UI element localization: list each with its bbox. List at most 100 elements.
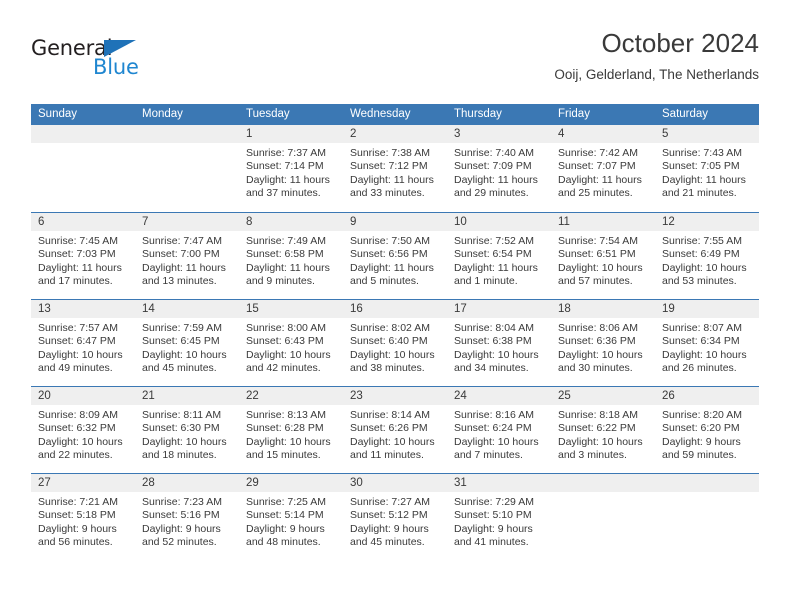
day-number-band: 21 [135, 387, 239, 405]
calendar-day-cell[interactable]: 10 Sunrise: 7:52 AM Sunset: 6:54 PM Dayligh… [447, 213, 551, 299]
day-number-band [655, 474, 759, 492]
day-sun-info: Sunrise: 8:06 AM Sunset: 6:36 PM Daylight:… [551, 318, 655, 376]
day-number: 23 [350, 390, 363, 402]
calendar-day-cell[interactable]: 22 Sunrise: 8:13 AM Sunset: 6:28 PM Dayligh… [239, 387, 343, 473]
day-number: 27 [38, 477, 51, 489]
calendar-day-cell[interactable]: 11 Sunrise: 7:54 AM Sunset: 6:51 PM Dayligh… [551, 213, 655, 299]
sunset-text: Sunset: 6:51 PM [558, 248, 636, 261]
calendar-day-cell[interactable]: 19 Sunrise: 8:07 AM Sunset: 6:34 PM Dayligh… [655, 300, 759, 386]
day-number-band: 29 [239, 474, 343, 492]
day-number-band: 10 [447, 213, 551, 231]
calendar-day-cell[interactable]: 20 Sunrise: 8:09 AM Sunset: 6:32 PM Dayligh… [31, 387, 135, 473]
calendar-day-cell[interactable]: 24 Sunrise: 8:16 AM Sunset: 6:24 PM Dayligh… [447, 387, 551, 473]
day-number-band [551, 474, 655, 492]
calendar-day-cell[interactable]: 8 Sunrise: 7:49 AM Sunset: 6:58 PM Daylight… [239, 213, 343, 299]
day-number: 20 [38, 390, 51, 402]
day-sun-info: Sunrise: 8:07 AM Sunset: 6:34 PM Daylight:… [655, 318, 759, 376]
title-block: October 2024 Ooij, Gelderland, The Nethe… [554, 28, 759, 83]
day-number: 3 [454, 128, 461, 140]
calendar-day-cell[interactable]: 12 Sunrise: 7:55 AM Sunset: 6:49 PM Dayligh… [655, 213, 759, 299]
sunrise-text: Sunrise: 7:59 AM [142, 322, 222, 334]
day-number-band: 28 [135, 474, 239, 492]
sunset-text: Sunset: 7:09 PM [454, 160, 532, 173]
sunset-text: Sunset: 5:16 PM [142, 509, 220, 522]
daylight-text: Daylight: 10 hours and 22 minutes. [38, 435, 123, 462]
general-blue-logo[interactable]: General Blue [31, 36, 181, 88]
sunset-text: Sunset: 6:34 PM [662, 335, 740, 348]
sunset-text: Sunset: 6:56 PM [350, 248, 428, 261]
day-number: 21 [142, 390, 155, 402]
day-number: 6 [38, 216, 45, 228]
sunrise-text: Sunrise: 8:14 AM [350, 409, 430, 421]
day-sun-info: Sunrise: 7:55 AM Sunset: 6:49 PM Daylight:… [655, 231, 759, 289]
sunrise-text: Sunrise: 8:04 AM [454, 322, 534, 334]
sunrise-text: Sunrise: 7:50 AM [350, 235, 430, 247]
daylight-text: Daylight: 11 hours and 29 minutes. [454, 173, 538, 200]
calendar-day-cell[interactable]: 9 Sunrise: 7:50 AM Sunset: 6:56 PM Daylight… [343, 213, 447, 299]
calendar-day-cell[interactable]: 15 Sunrise: 8:00 AM Sunset: 6:43 PM Dayligh… [239, 300, 343, 386]
calendar-day-cell[interactable]: 28 Sunrise: 7:23 AM Sunset: 5:16 PM Dayligh… [135, 474, 239, 560]
calendar-day-cell[interactable]: 21 Sunrise: 8:11 AM Sunset: 6:30 PM Dayligh… [135, 387, 239, 473]
calendar-day-cell[interactable]: 30 Sunrise: 7:27 AM Sunset: 5:12 PM Dayligh… [343, 474, 447, 560]
daylight-text: Daylight: 9 hours and 41 minutes. [454, 522, 533, 549]
day-number: 7 [142, 216, 149, 228]
calendar-day-cell[interactable]: 7 Sunrise: 7:47 AM Sunset: 7:00 PM Daylight… [135, 213, 239, 299]
day-number-band: 30 [343, 474, 447, 492]
calendar-day-cell[interactable]: 29 Sunrise: 7:25 AM Sunset: 5:14 PM Dayligh… [239, 474, 343, 560]
calendar-day-cell[interactable]: 25 Sunrise: 8:18 AM Sunset: 6:22 PM Dayligh… [551, 387, 655, 473]
sunrise-text: Sunrise: 7:47 AM [142, 235, 222, 247]
calendar-day-cell[interactable]: 31 Sunrise: 7:29 AM Sunset: 5:10 PM Dayligh… [447, 474, 551, 560]
day-number-band: 31 [447, 474, 551, 492]
sunset-text: Sunset: 7:12 PM [350, 160, 428, 173]
sunrise-text: Sunrise: 8:02 AM [350, 322, 430, 334]
sunrise-text: Sunrise: 7:52 AM [454, 235, 534, 247]
sunset-text: Sunset: 6:32 PM [38, 422, 116, 435]
sunrise-text: Sunrise: 7:57 AM [38, 322, 118, 334]
day-sun-info: Sunrise: 8:09 AM Sunset: 6:32 PM Daylight:… [31, 405, 135, 463]
calendar-day-cell[interactable]: 6 Sunrise: 7:45 AM Sunset: 7:03 PM Daylight… [31, 213, 135, 299]
calendar-day-cell[interactable]: 14 Sunrise: 7:59 AM Sunset: 6:45 PM Dayligh… [135, 300, 239, 386]
page-title: October 2024 [601, 28, 759, 58]
daylight-text: Daylight: 11 hours and 37 minutes. [246, 173, 330, 200]
day-number-band: 2 [343, 125, 447, 143]
calendar-grid: Sunday Monday Tuesday Wednesday Thursday Frid… [31, 104, 759, 560]
calendar-day-cell[interactable]: 27 Sunrise: 7:21 AM Sunset: 5:18 PM Dayligh… [31, 474, 135, 560]
daylight-text: Daylight: 10 hours and 42 minutes. [246, 348, 331, 375]
calendar-day-cell[interactable]: 17 Sunrise: 8:04 AM Sunset: 6:38 PM Dayligh… [447, 300, 551, 386]
day-number: 8 [246, 216, 253, 228]
daylight-text: Daylight: 9 hours and 56 minutes. [38, 522, 117, 549]
calendar-day-cell[interactable]: 26 Sunrise: 8:20 AM Sunset: 6:20 PM Dayligh… [655, 387, 759, 473]
calendar-day-cell[interactable]: 16 Sunrise: 8:02 AM Sunset: 6:40 PM Dayligh… [343, 300, 447, 386]
day-sun-info: Sunrise: 7:25 AM Sunset: 5:14 PM Daylight:… [239, 492, 343, 550]
calendar-day-cell[interactable]: 3 Sunrise: 7:40 AM Sunset: 7:09 PM Daylight… [447, 125, 551, 212]
sunrise-text: Sunrise: 7:38 AM [350, 147, 430, 159]
day-number: 10 [454, 216, 467, 228]
sunrise-text: Sunrise: 8:20 AM [662, 409, 742, 421]
day-number-band: 13 [31, 300, 135, 318]
calendar-day-cell[interactable]: 2 Sunrise: 7:38 AM Sunset: 7:12 PM Daylight… [343, 125, 447, 212]
calendar-day-cell-empty [655, 474, 759, 560]
daylight-text: Daylight: 10 hours and 18 minutes. [142, 435, 227, 462]
weekday-header-wednesday: Wednesday [350, 108, 411, 120]
day-number: 17 [454, 303, 467, 315]
sunset-text: Sunset: 6:49 PM [662, 248, 740, 261]
day-number: 9 [350, 216, 357, 228]
calendar-week-row: 20 Sunrise: 8:09 AM Sunset: 6:32 PM Dayligh… [31, 386, 759, 473]
calendar-day-cell-empty [31, 125, 135, 212]
day-sun-info: Sunrise: 8:18 AM Sunset: 6:22 PM Daylight:… [551, 405, 655, 463]
sunset-text: Sunset: 6:30 PM [142, 422, 220, 435]
calendar-day-cell[interactable]: 4 Sunrise: 7:42 AM Sunset: 7:07 PM Daylight… [551, 125, 655, 212]
day-sun-info: Sunrise: 7:52 AM Sunset: 6:54 PM Daylight:… [447, 231, 551, 289]
calendar-day-cell-empty [551, 474, 655, 560]
day-number: 28 [142, 477, 155, 489]
day-sun-info: Sunrise: 8:11 AM Sunset: 6:30 PM Daylight:… [135, 405, 239, 463]
calendar-day-cell[interactable]: 18 Sunrise: 8:06 AM Sunset: 6:36 PM Dayligh… [551, 300, 655, 386]
sunset-text: Sunset: 6:24 PM [454, 422, 532, 435]
daylight-text: Daylight: 10 hours and 11 minutes. [350, 435, 435, 462]
logo-text-blue: Blue [93, 55, 139, 79]
calendar-day-cell[interactable]: 5 Sunrise: 7:43 AM Sunset: 7:05 PM Daylight… [655, 125, 759, 212]
calendar-day-cell[interactable]: 13 Sunrise: 7:57 AM Sunset: 6:47 PM Dayligh… [31, 300, 135, 386]
calendar-day-cell[interactable]: 1 Sunrise: 7:37 AM Sunset: 7:14 PM Daylight… [239, 125, 343, 212]
day-number: 16 [350, 303, 363, 315]
calendar-day-cell[interactable]: 23 Sunrise: 8:14 AM Sunset: 6:26 PM Dayligh… [343, 387, 447, 473]
